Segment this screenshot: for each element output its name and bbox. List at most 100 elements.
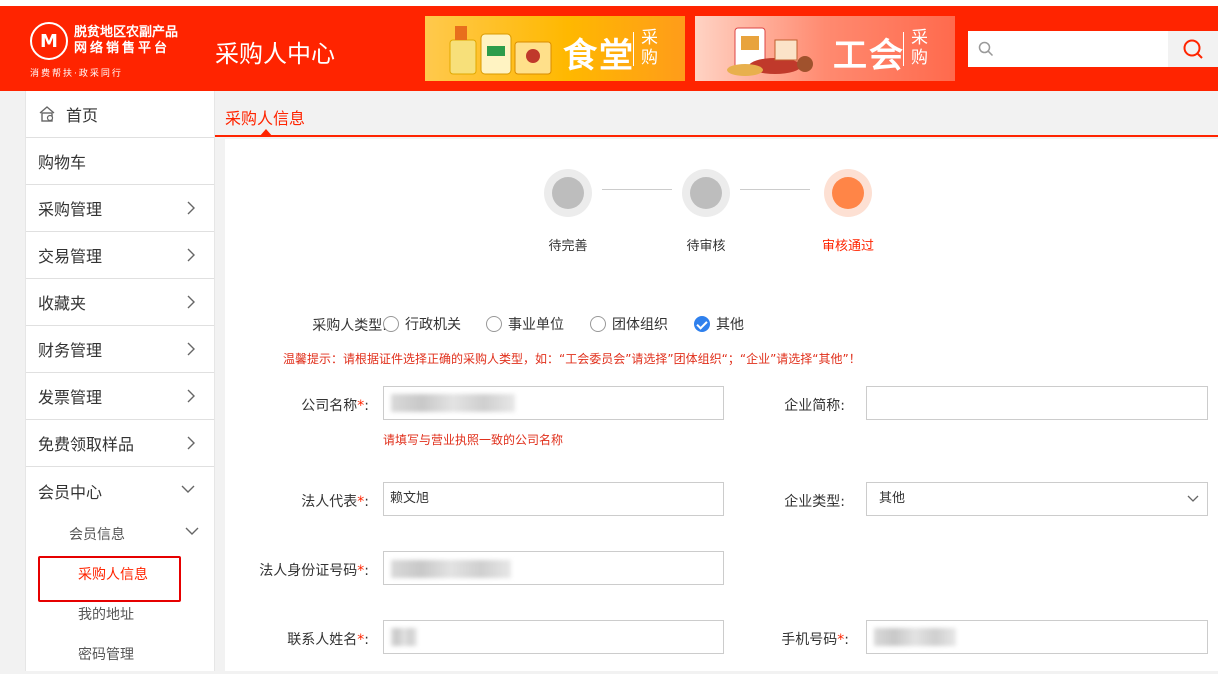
step-pending-complete [544,169,592,217]
canteen-purchase-banner[interactable]: 食堂 采购 [425,16,685,81]
logo-slogan: 消费帮扶·政采同行 [30,69,123,79]
tab-bar: 采购人信息 [215,91,1218,137]
check-icon [694,316,710,332]
contact-name-label: 联系人姓名*: [287,632,369,648]
tab-buyer-info[interactable]: 采购人信息 [225,105,305,129]
legal-rep-field[interactable]: 赖文旭 [383,482,724,516]
sidebar-item-label: 收藏夹 [38,294,87,313]
sidebar-item-cart[interactable]: 购物车 [26,138,214,185]
search-submit-icon [1183,39,1203,59]
platform-logo[interactable]: M 脱贫地区农副产品 网络销售平台 [30,22,178,60]
radio-other[interactable]: 其他 [694,314,744,334]
main-content: 采购人信息 待完善 待审核 审核通过 采购人类型: 行政机关 事业单位 团体组织… [215,91,1218,671]
chevron-right-icon [187,436,195,450]
logo-text: 脱贫地区农副产品 网络销售平台 [74,25,178,57]
company-name-hint: 请填写与营业执照一致的公司名称 [383,433,564,447]
sidebar: 首页 购物车 采购管理 交易管理 收藏夹 财务管理 发票管理 免费领取样品 会员… [25,91,215,671]
food-products-icon [449,26,552,75]
step-connector [602,189,672,190]
sidebar-item-label: 交易管理 [38,247,103,266]
logo-emblem-icon: M [30,22,68,60]
redacted-value [874,628,956,646]
chevron-down-icon [1187,495,1199,502]
page-title: 采购人中心 [215,40,335,68]
sidebar-item-label: 发票管理 [38,388,103,407]
sidebar-subgroup-label: 会员信息 [69,527,125,543]
sidebar-item-label: 采购管理 [38,200,103,219]
warm-tip: 温馨提示：请根据证件选择正确的采购人类型，如：“工会委员会”请选择”团体组织“；… [283,352,861,366]
tab-indicator [259,129,273,137]
legal-rep-label: 法人代表*: [301,494,369,510]
logo-line2: 网络销售平台 [74,41,171,56]
step-connector [740,189,810,190]
canteen-banner-subtitle: 采购 [641,28,658,68]
chevron-right-icon [187,389,195,403]
sidebar-item-my-address[interactable]: 我的地址 [26,594,214,634]
gift-products-icon [727,27,813,76]
radio-circle [590,316,606,332]
search-icon [978,41,994,57]
radio-organization[interactable]: 团体组织 [590,314,668,334]
search-input[interactable] [998,31,1166,67]
sidebar-subgroup-member-info[interactable]: 会员信息 [26,514,214,554]
short-name-label: 企业简称: [784,398,845,414]
banner-separator [633,32,634,66]
redacted-value [391,394,515,412]
canteen-banner-title: 食堂 [563,36,635,76]
search-box [968,31,1218,67]
radio-circle [486,316,502,332]
step-pending-review [682,169,730,217]
sidebar-item-favorites[interactable]: 收藏夹 [26,279,214,326]
redacted-value [391,560,511,578]
phone-label: 手机号码*: [781,632,849,648]
radio-circle [383,316,399,332]
radio-label: 行政机关 [405,317,461,333]
sidebar-item-home[interactable]: 首页 [26,91,214,138]
banner-separator [903,32,904,66]
sidebar-item-label: 我的地址 [78,607,134,623]
sidebar-item-free-samples[interactable]: 免费领取样品 [26,420,214,467]
company-type-select[interactable]: 其他 [866,482,1208,516]
search-button[interactable] [1168,31,1218,67]
home-icon [39,106,55,122]
chevron-right-icon [187,248,195,262]
sidebar-item-label: 购物车 [38,153,87,172]
union-purchase-banner[interactable]: 工会 采购 [695,16,955,81]
step-approved [824,169,872,217]
sidebar-item-invoice-management[interactable]: 发票管理 [26,373,214,420]
buyer-type-label: 采购人类型: [312,318,387,334]
radio-public-institution[interactable]: 事业单位 [486,314,564,334]
logo-line1: 脱贫地区农副产品 [74,25,179,40]
sidebar-item-label: 免费领取样品 [38,435,135,454]
contact-name-field[interactable] [383,620,724,654]
radio-label: 其他 [716,317,744,333]
chevron-right-icon [187,342,195,356]
company-type-value: 其他 [879,491,906,506]
chevron-right-icon [187,295,195,309]
radio-label: 团体组织 [612,317,668,333]
sidebar-item-label: 会员中心 [38,482,103,502]
sidebar-item-label: 首页 [66,106,99,125]
sidebar-item-label: 密码管理 [78,647,134,663]
company-type-label: 企业类型: [784,494,845,510]
radio-government[interactable]: 行政机关 [383,314,461,334]
step-label: 待完善 [548,239,588,254]
company-name-label: 公司名称*: [301,398,369,414]
sidebar-item-password-management[interactable]: 密码管理 [26,634,214,674]
form-panel: 待完善 待审核 审核通过 采购人类型: 行政机关 事业单位 团体组织 其他 温馨… [225,139,1218,671]
radio-label: 事业单位 [508,317,564,333]
sidebar-item-finance-management[interactable]: 财务管理 [26,326,214,373]
step-label: 待审核 [686,239,726,254]
chevron-down-icon [185,527,199,535]
chevron-down-icon [181,485,195,493]
sidebar-item-member-center[interactable]: 会员中心 [26,467,214,514]
sidebar-item-purchase-management[interactable]: 采购管理 [26,185,214,232]
step-label-active: 审核通过 [821,239,874,254]
sidebar-item-buyer-info[interactable]: 采购人信息 [26,554,214,602]
union-banner-title: 工会 [833,36,905,76]
top-border [0,0,1218,6]
sidebar-item-label: 财务管理 [38,341,103,360]
short-name-field[interactable] [866,386,1208,420]
chevron-right-icon [187,201,195,215]
sidebar-item-transaction-management[interactable]: 交易管理 [26,232,214,279]
